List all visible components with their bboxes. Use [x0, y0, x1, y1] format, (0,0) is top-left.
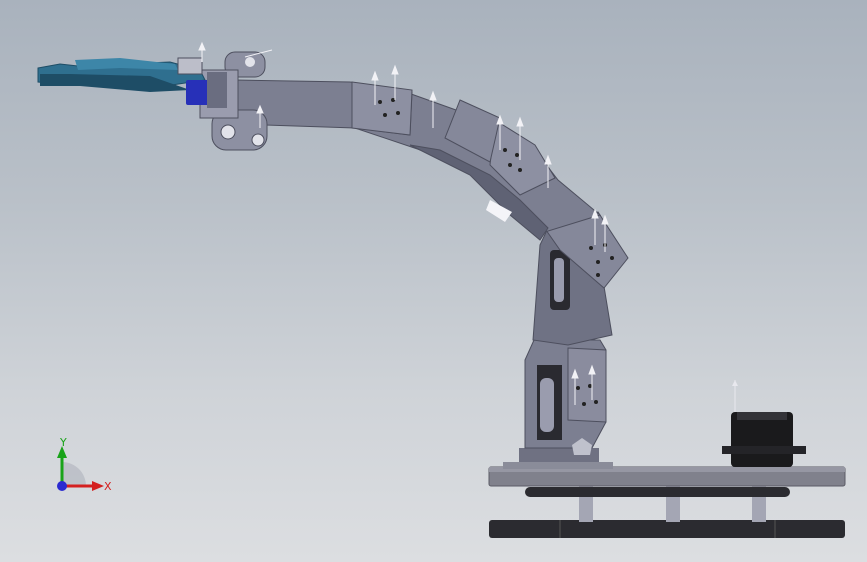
triad-axes-icon: [57, 446, 104, 491]
elbow-joint-icon[interactable]: [532, 211, 629, 346]
servo-motor-icon[interactable]: [722, 380, 806, 467]
gripper-icon[interactable]: [37, 57, 227, 108]
graphics-viewport[interactable]: Y X: [0, 0, 867, 562]
x-axis-label: X: [104, 480, 112, 493]
robot-arm-model[interactable]: [0, 0, 867, 562]
y-axis-label: Y: [60, 436, 67, 449]
upper-arm-icon[interactable]: [524, 339, 607, 455]
support-rod: [525, 487, 790, 497]
orientation-triad[interactable]: Y X: [40, 436, 120, 510]
bottom-plate: [489, 520, 845, 538]
